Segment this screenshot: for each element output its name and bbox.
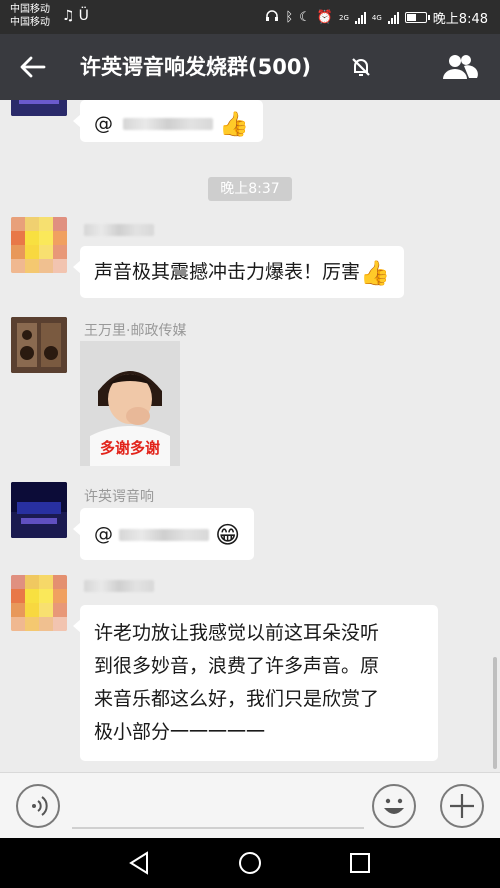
sticker-caption: 多谢多谢 <box>99 439 160 457</box>
chat-title-bar: 许英谔音响发烧群(500) <box>0 34 500 100</box>
voice-icon[interactable] <box>16 784 60 828</box>
bluetooth-icon: ᛒ <box>285 10 294 25</box>
battery-icon <box>404 12 430 23</box>
app-notification-icon: Ü <box>78 8 93 24</box>
smiley-icon[interactable] <box>372 784 416 828</box>
bell-off-icon <box>350 56 372 78</box>
message-bubble[interactable]: 许老功放让我感觉以前这耳朵没听 到很多妙音，浪费了许多声音。原 来音乐都这么好，… <box>73 605 438 761</box>
group-members-icon[interactable] <box>440 52 480 82</box>
message-bubble[interactable]: @ 😁 <box>72 508 255 560</box>
message-bubble[interactable]: 声音极其震撼冲击力爆表！厉害👍 <box>73 246 404 298</box>
nav-recents-icon[interactable] <box>345 849 375 877</box>
moon-icon: ☾ <box>299 10 311 25</box>
message-input[interactable] <box>72 827 364 829</box>
thumbs-up-icon: 👍 <box>360 258 390 287</box>
signal-icon <box>354 11 366 24</box>
notification-icons: ♫Ü <box>62 8 93 24</box>
system-nav-bar <box>0 838 500 888</box>
message-line: 许老功放让我感觉以前这耳朵没听 <box>94 622 380 644</box>
nav-back-icon[interactable] <box>125 849 155 877</box>
back-arrow-icon[interactable] <box>18 52 48 82</box>
message-bubble[interactable]: @ 👍 <box>73 100 263 142</box>
status-bar: 中国移动 中国移动 ♫Ü ᛒ ☾ ⏰ 2G 4G 晚上8:48 <box>0 0 500 34</box>
message-text: @ <box>94 523 113 545</box>
status-right: ᛒ ☾ ⏰ 2G 4G 晚上8:48 <box>265 8 488 27</box>
nav-home-icon[interactable] <box>235 849 265 877</box>
sender-name: 王万里·邮政传媒 <box>84 323 187 339</box>
blurred-name <box>84 580 154 592</box>
message-text: 声音极其震撼冲击力爆表！厉害 <box>94 261 361 283</box>
carrier-2: 中国移动 <box>10 17 50 28</box>
signal-icon <box>387 11 399 24</box>
thumbs-up-icon: 👍 <box>219 110 249 138</box>
music-icon: ♫ <box>62 8 79 24</box>
avatar[interactable] <box>11 100 67 116</box>
blurred-mention <box>123 118 214 130</box>
chat-scrollbar[interactable] <box>493 657 497 769</box>
plus-icon[interactable] <box>440 784 484 828</box>
message-line: 到很多妙音，浪费了许多声音。原 <box>94 655 380 677</box>
status-time: 晚上8:48 <box>432 12 488 27</box>
chat-area[interactable]: @ 👍 晚上8:37 声音极其震撼冲击力爆表！厉害👍 王万里·邮政传媒 多谢多谢… <box>0 100 500 772</box>
blurred-name <box>84 224 154 236</box>
battery-level <box>406 14 416 21</box>
avatar[interactable] <box>11 317 67 373</box>
sender-name <box>84 222 154 238</box>
grin-icon: 😁 <box>215 520 241 549</box>
chat-title: 许英谔音响发烧群(500) <box>80 55 312 79</box>
blurred-mention <box>119 528 210 541</box>
network-4g-label: 4G <box>371 13 382 22</box>
sender-name: 许英谔音响 <box>84 489 154 505</box>
avatar[interactable] <box>11 575 67 631</box>
avatar[interactable] <box>11 482 67 538</box>
avatar[interactable] <box>11 217 67 273</box>
message-line: 来音乐都这么好，我们只是欣赏了 <box>94 688 380 710</box>
message-input-bar <box>0 772 500 838</box>
carrier-1: 中国移动 <box>10 4 50 15</box>
message-line: 极小部分一一一一一 <box>94 721 266 743</box>
sender-name <box>84 578 154 594</box>
network-2g-label: 2G <box>339 13 349 22</box>
headphones-icon <box>265 9 279 26</box>
alarm-icon: ⏰ <box>316 10 334 25</box>
message-text: @ <box>94 112 113 135</box>
time-divider: 晚上8:37 <box>208 177 292 201</box>
sticker-image[interactable]: 多谢多谢 <box>80 341 180 466</box>
